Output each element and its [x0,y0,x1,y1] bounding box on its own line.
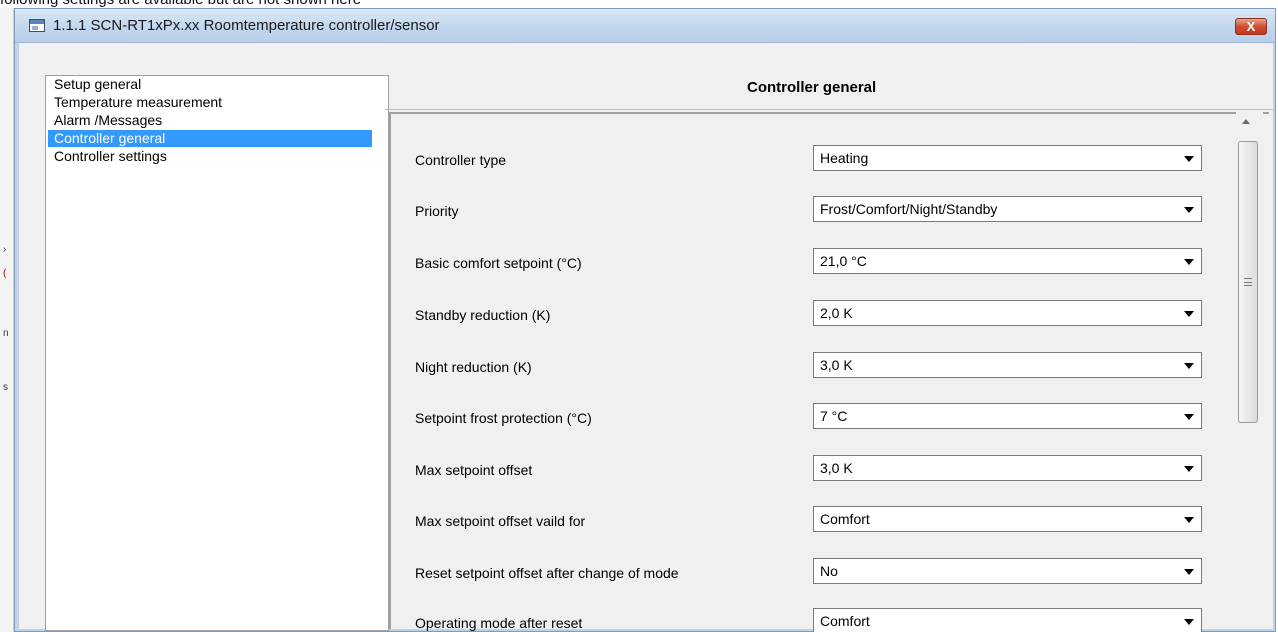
select-value: 3,0 K [820,357,853,373]
param-label-controller-type: Controller type [415,152,507,168]
scroll-thumb[interactable] [1238,141,1258,423]
select-value: 7 °C [820,408,848,424]
edge-marker-1: › [3,244,7,255]
parameter-dialog: 1.1.1 SCN-RT1xPx.xx Roomtemperature cont… [14,8,1276,632]
tree-item-controller-general[interactable]: Controller general [48,130,372,147]
edge-marker-4: s [3,382,8,393]
select-value: Comfort [820,613,870,629]
tree-item-controller-settings[interactable]: Controller settings [48,148,372,165]
chevron-down-icon [1184,363,1194,369]
panel-divider [385,109,1273,110]
edge-marker-2: ( [3,268,7,279]
select-value: 3,0 K [820,460,853,476]
operating-mode-after-reset-select[interactable]: Comfort [813,608,1202,632]
app-window-icon [29,19,45,32]
chevron-down-icon [1184,156,1194,162]
standby-reduction-select[interactable]: 2,0 K [813,300,1202,326]
max-setpoint-offset-valid-for-select[interactable]: Comfort [813,506,1202,532]
param-label-priority: Priority [415,203,459,219]
param-label-standby-reduction: Standby reduction (K) [415,307,551,323]
basic-comfort-setpoint-select[interactable]: 21,0 °C [813,248,1202,274]
setpoint-frost-protection-select[interactable]: 7 °C [813,403,1202,429]
window-title: 1.1.1 SCN-RT1xPx.xx Roomtemperature cont… [53,17,440,34]
select-value: 2,0 K [820,305,853,321]
night-reduction-select[interactable]: 3,0 K [813,352,1202,378]
chevron-down-icon [1184,414,1194,420]
title-bar[interactable]: 1.1.1 SCN-RT1xPx.xx Roomtemperature cont… [15,9,1275,43]
param-label-max-setpoint-offset: Max setpoint offset [415,462,533,478]
controller-type-select[interactable]: Heating [813,145,1202,171]
panel-title: Controller general [747,79,877,96]
parameter-tree: Setup general Temperature measurement Al… [45,75,389,631]
select-value: Heating [820,150,869,166]
param-label-reset-setpoint-offset: Reset setpoint offset after change of mo… [415,565,679,581]
max-setpoint-offset-select[interactable]: 3,0 K [813,455,1202,481]
param-label-basic-comfort-setpoint: Basic comfort setpoint (°C) [415,255,582,271]
edge-marker-3: n [3,328,9,339]
chevron-down-icon [1184,207,1194,213]
priority-select[interactable]: Frost/Comfort/Night/Standby [813,196,1202,222]
vertical-scrollbar[interactable] [1236,112,1263,629]
select-value: No [820,563,838,579]
param-label-max-setpoint-offset-valid-for: Max setpoint offset vaild for [415,513,586,529]
chevron-down-icon [1184,311,1194,317]
chevron-down-icon [1184,466,1194,472]
background-window-edge: › ( n s [0,8,14,632]
document-caption: following settings are available but are… [0,0,1278,8]
dialog-client-area: Setup general Temperature measurement Al… [19,43,1273,632]
screen: following settings are available but are… [0,0,1278,632]
param-label-night-reduction: Night reduction (K) [415,359,532,375]
chevron-down-icon [1184,259,1194,265]
param-label-operating-mode-after-reset: Operating mode after reset [415,615,583,631]
param-label-setpoint-frost-protection: Setpoint frost protection (°C) [415,410,592,426]
select-value: Frost/Comfort/Night/Standby [820,201,998,217]
chevron-down-icon [1184,517,1194,523]
scroll-up-arrow-icon[interactable] [1242,119,1250,124]
chevron-down-icon [1184,619,1194,625]
chevron-down-icon [1184,569,1194,575]
tree-item-temperature-measurement[interactable]: Temperature measurement [48,94,372,111]
tree-item-setup-general[interactable]: Setup general [48,76,372,93]
tree-item-alarm-messages[interactable]: Alarm /Messages [48,112,372,129]
select-value: Comfort [820,511,870,527]
select-value: 21,0 °C [820,253,867,269]
grip-icon [1244,278,1252,286]
close-button[interactable]: X [1235,18,1267,35]
reset-setpoint-offset-select[interactable]: No [813,558,1202,584]
